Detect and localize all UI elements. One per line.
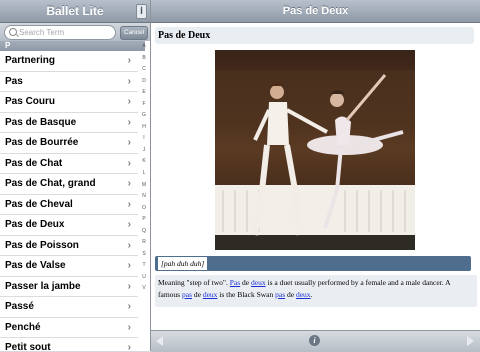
list-item[interactable]: Pas de Bourrée ›	[0, 133, 138, 154]
alphabet-index[interactable]: A B C D E F G H I J K L M N O P Q R S T …	[138, 41, 150, 295]
list-item[interactable]: Pas de Poisson ›	[0, 236, 138, 256]
index-letter[interactable]: D	[138, 76, 150, 88]
chevron-right-icon: ›	[127, 260, 131, 271]
index-letter[interactable]: B	[138, 53, 150, 65]
chevron-right-icon: ›	[127, 116, 131, 128]
sidebar: Ballet Lite i Search Term Cancel P Partn…	[0, 0, 151, 351]
ballet-photo	[215, 50, 415, 250]
index-letter[interactable]: Q	[138, 226, 150, 238]
chevron-right-icon: ›	[127, 321, 131, 333]
index-letter[interactable]: V	[138, 283, 150, 295]
description-text: Meaning "step of two". Pas de deux is a …	[155, 275, 477, 307]
term-link[interactable]: pas	[182, 290, 192, 299]
index-letter[interactable]: J	[138, 145, 150, 157]
term-link[interactable]: Pas	[230, 278, 240, 287]
pronunciation-text: [pah duh duh]	[158, 257, 208, 270]
chevron-right-icon: ›	[127, 198, 131, 210]
index-letter[interactable]: C	[138, 64, 150, 76]
info-icon[interactable]: i	[309, 335, 320, 346]
bottom-toolbar: i	[151, 330, 480, 352]
chevron-right-icon: ›	[127, 219, 131, 230]
chevron-right-icon: ›	[127, 157, 131, 169]
index-letter[interactable]: S	[138, 249, 150, 261]
list-item[interactable]: Pas de Chat ›	[0, 154, 138, 174]
index-letter[interactable]: L	[138, 168, 150, 180]
term-list: Partnering › Pas › Pas Couru › Pas de Basqu…	[0, 51, 138, 351]
term-link[interactable]: deux	[251, 278, 266, 287]
term-link[interactable]: pas	[275, 290, 285, 299]
list-item[interactable]: Passer la jambe ›	[0, 277, 138, 297]
term-heading: Pas de Deux	[155, 27, 474, 44]
chevron-right-icon: ›	[127, 55, 131, 66]
chevron-right-icon: ›	[127, 75, 131, 87]
ballet-photo-image	[215, 50, 415, 250]
chevron-right-icon: ›	[127, 137, 131, 148]
chevron-right-icon: ›	[127, 96, 131, 107]
search-input[interactable]: Search Term	[4, 25, 116, 40]
chevron-right-icon: ›	[127, 178, 131, 189]
list-item[interactable]: Pas de Chat, grand ›	[0, 174, 138, 195]
index-letter[interactable]: I	[138, 133, 150, 145]
sidebar-title-bar: Ballet Lite i	[0, 0, 150, 23]
list-item[interactable]: Pas de Basque ›	[0, 113, 138, 133]
detail-content: Pas de Deux [pah duh duh] Meaning "step …	[151, 23, 480, 330]
page-title: Pas de Deux	[282, 5, 349, 17]
index-letter[interactable]: M	[138, 180, 150, 192]
term-link[interactable]: deux	[296, 290, 311, 299]
list-item[interactable]: Pas de Valse ›	[0, 256, 138, 277]
index-letter[interactable]: E	[138, 87, 150, 99]
chevron-right-icon: ›	[127, 301, 131, 312]
sidebar-title: Ballet Lite	[46, 4, 104, 18]
arrow-left-icon[interactable]	[156, 336, 163, 346]
index-letter[interactable]: O	[138, 203, 150, 215]
search-icon	[9, 28, 17, 36]
chevron-right-icon: ›	[127, 239, 131, 251]
index-letter[interactable]: N	[138, 191, 150, 203]
chevron-right-icon: ›	[127, 280, 131, 292]
list-item[interactable]: Partnering ›	[0, 51, 138, 72]
list-item[interactable]: Passé ›	[0, 297, 138, 318]
index-letter[interactable]: A	[138, 41, 150, 53]
section-header: P	[0, 41, 145, 51]
list-item[interactable]: Pas Couru ›	[0, 92, 138, 113]
pronunciation-bar: [pah duh duh]	[155, 256, 471, 271]
term-link[interactable]: deux	[203, 290, 218, 299]
cancel-button[interactable]: Cancel	[120, 26, 148, 40]
index-letter[interactable]: P	[138, 214, 150, 226]
chevron-right-icon: ›	[127, 342, 131, 351]
list-item[interactable]: Pas ›	[0, 72, 138, 92]
list-item[interactable]: Pas de Deux ›	[0, 215, 138, 236]
index-letter[interactable]: R	[138, 237, 150, 249]
index-letter[interactable]: T	[138, 260, 150, 272]
index-letter[interactable]: G	[138, 110, 150, 122]
info-icon[interactable]: i	[136, 4, 147, 19]
search-placeholder: Search Term	[19, 28, 65, 37]
index-letter[interactable]: K	[138, 156, 150, 168]
list-item[interactable]: Petit sout ›	[0, 338, 138, 351]
search-bar: Search Term Cancel	[0, 23, 150, 41]
arrow-right-icon[interactable]	[467, 336, 474, 346]
page-title-bar: Pas de Deux	[151, 0, 480, 23]
list-item[interactable]: Penché ›	[0, 318, 138, 338]
index-letter[interactable]: U	[138, 272, 150, 284]
list-item[interactable]: Pas de Cheval ›	[0, 195, 138, 215]
index-letter[interactable]: F	[138, 99, 150, 111]
index-letter[interactable]: H	[138, 122, 150, 134]
